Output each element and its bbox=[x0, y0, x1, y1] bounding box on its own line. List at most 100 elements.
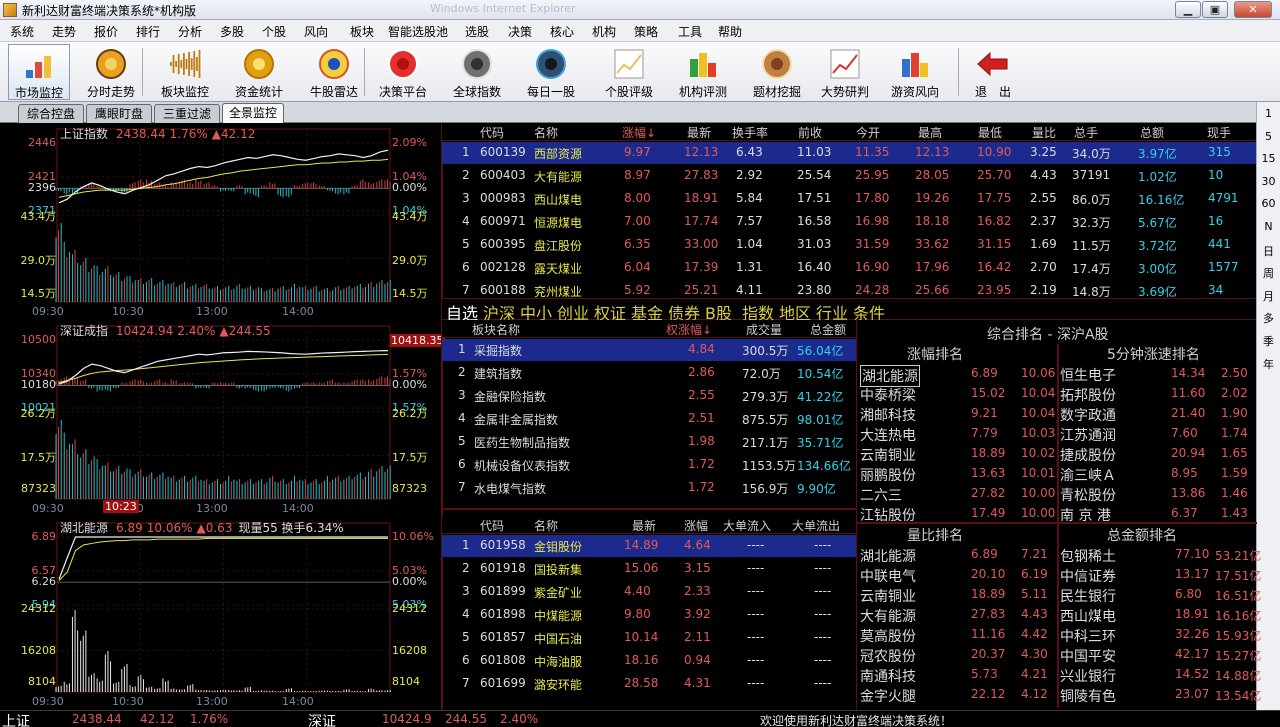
chart-0[interactable]: 上证指数 2438.44 1.76% ▲42.12 2446 2421 2396 2371 43… bbox=[0, 123, 441, 320]
column-header[interactable]: 代码 bbox=[480, 517, 504, 534]
table-row[interactable]: 2 600403 大有能源 8.97 27.83 2.92 25.54 25.95 28.05 2… bbox=[442, 165, 1256, 187]
ranking-row[interactable]: 丽鹏股份 13.63 10.01 bbox=[857, 464, 1057, 484]
ranking-row[interactable]: 湖北能源 6.89 10.06 bbox=[857, 364, 1057, 387]
table-row[interactable]: 7 601699 潞安环能 28.58 4.31 ---- ---- bbox=[442, 673, 856, 695]
period-5[interactable]: N bbox=[1257, 220, 1280, 233]
ranking-row[interactable]: 南通科技 5.73 4.21 bbox=[857, 665, 1057, 685]
toolbar-button-12[interactable]: 游资风向 bbox=[884, 44, 946, 100]
ranking-row[interactable]: 兴业银行 14.52 14.88亿 bbox=[1057, 665, 1261, 685]
menu-item-9[interactable]: 智能选股池 bbox=[388, 23, 448, 40]
table-row[interactable]: 1 601958 金钼股份 14.89 4.64 ---- ---- bbox=[442, 535, 856, 557]
ranking-row[interactable]: 中泰桥梁 15.02 10.04 bbox=[857, 384, 1057, 404]
ranking-row[interactable]: 湖北能源 6.89 7.21 bbox=[857, 545, 1057, 565]
ranking-row[interactable]: 民生银行 6.80 16.51亿 bbox=[1057, 585, 1261, 605]
ranking-row[interactable]: 冠农股份 20.37 4.30 bbox=[857, 645, 1057, 665]
ranking-row[interactable]: 渝三峡Ａ 8.95 1.59 bbox=[1057, 464, 1257, 484]
menu-item-15[interactable]: 工具 bbox=[678, 23, 702, 40]
column-header[interactable]: 前收 bbox=[798, 124, 822, 141]
menu-item-8[interactable]: 板块 bbox=[350, 23, 374, 40]
menu-item-7[interactable]: 风向 bbox=[304, 23, 328, 40]
period-2[interactable]: 15 bbox=[1257, 152, 1280, 165]
column-header[interactable]: 权涨幅↓ bbox=[666, 321, 712, 338]
toolbar-button-6[interactable]: 全球指数 bbox=[446, 44, 508, 100]
minimize-button[interactable]: ▁ bbox=[1175, 1, 1201, 18]
ranking-row[interactable]: 中科三环 32.26 15.93亿 bbox=[1057, 625, 1261, 645]
menu-item-0[interactable]: 系统 bbox=[10, 23, 34, 40]
menu-item-5[interactable]: 多股 bbox=[220, 23, 244, 40]
ranking-row[interactable]: 中国平安 42.17 15.27亿 bbox=[1057, 645, 1261, 665]
period-0[interactable]: 1 bbox=[1257, 107, 1280, 120]
table-row[interactable]: 4 600971 恒源煤电 7.00 17.74 7.57 16.58 16.98 18.18 1… bbox=[442, 211, 1256, 233]
ranking-row[interactable]: 云南铜业 18.89 5.11 bbox=[857, 585, 1057, 605]
table-row[interactable]: 5 医药生物制品指数 1.98 217.1万 35.71亿 bbox=[442, 431, 856, 453]
menu-item-2[interactable]: 报价 bbox=[94, 23, 118, 40]
close-button[interactable]: ✕ bbox=[1234, 1, 1272, 18]
toolbar-button-3[interactable]: 资金统计 bbox=[228, 44, 290, 100]
ranking-row[interactable]: 中信证券 13.17 17.51亿 bbox=[1057, 565, 1261, 585]
column-header[interactable]: 大单流入 bbox=[723, 517, 771, 534]
table-row[interactable]: 4 601898 中煤能源 9.80 3.92 ---- ---- bbox=[442, 604, 856, 626]
period-8[interactable]: 月 bbox=[1257, 288, 1280, 304]
column-header[interactable]: 涨幅 bbox=[684, 517, 708, 534]
table-row[interactable]: 4 金属非金属指数 2.51 875.5万 98.01亿 bbox=[442, 408, 856, 430]
tab-2[interactable]: 三重过滤 bbox=[154, 104, 220, 123]
toolbar-button-8[interactable]: 个股评级 bbox=[598, 44, 660, 100]
column-header[interactable]: 换手率 bbox=[732, 124, 768, 141]
table-row[interactable]: 7 600188 兖州煤业 5.92 25.21 4.11 23.80 24.28 25.66 2… bbox=[442, 280, 1256, 302]
ranking-row[interactable]: 捷成股份 20.94 1.65 bbox=[1057, 444, 1257, 464]
tab-1[interactable]: 鹰眼盯盘 bbox=[86, 104, 152, 123]
column-header[interactable]: 最低 bbox=[978, 124, 1002, 141]
ranking-row[interactable]: 青松股份 13.86 1.46 bbox=[1057, 484, 1257, 504]
menu-item-11[interactable]: 决策 bbox=[508, 23, 532, 40]
toolbar-button-2[interactable]: 板块监控 bbox=[154, 44, 216, 100]
table-row[interactable]: 6 601808 中海油服 18.16 0.94 ---- ---- bbox=[442, 650, 856, 672]
column-header[interactable]: 大单流出 bbox=[792, 517, 840, 534]
ranking-row[interactable]: 金字火腿 22.12 4.12 bbox=[857, 685, 1057, 705]
column-header[interactable]: 今开 bbox=[856, 124, 880, 141]
menu-item-10[interactable]: 选股 bbox=[465, 23, 489, 40]
table-row[interactable]: 1 采掘指数 4.84 300.5万 56.04亿 bbox=[442, 339, 856, 361]
toolbar-button-7[interactable]: 每日一股 bbox=[520, 44, 582, 100]
table-row[interactable]: 3 601899 紫金矿业 4.40 2.33 ---- ---- bbox=[442, 581, 856, 603]
tab-3[interactable]: 全景监控 bbox=[222, 103, 284, 123]
column-header[interactable]: 最高 bbox=[918, 124, 942, 141]
ranking-row[interactable]: 中联电气 20.10 6.19 bbox=[857, 565, 1057, 585]
ranking-row[interactable]: 包钢稀土 77.10 53.21亿 bbox=[1057, 545, 1261, 565]
table-row[interactable]: 6 机械设备仪表指数 1.72 1153.5万 134.66亿 bbox=[442, 454, 856, 476]
period-1[interactable]: 5 bbox=[1257, 130, 1280, 143]
column-header[interactable]: 总金额 bbox=[810, 321, 846, 338]
table-row[interactable]: 5 601857 中国石油 10.14 2.11 ---- ---- bbox=[442, 627, 856, 649]
ranking-row[interactable]: 恒生电子 14.34 2.50 bbox=[1057, 364, 1257, 384]
ranking-row[interactable]: 数字政通 21.40 1.90 bbox=[1057, 404, 1257, 424]
table-row[interactable]: 6 002128 露天煤业 6.04 17.39 1.31 16.40 16.90 17.96 1… bbox=[442, 257, 1256, 279]
column-header[interactable]: 最新 bbox=[632, 517, 656, 534]
ranking-row[interactable]: 云南铜业 18.89 10.02 bbox=[857, 444, 1057, 464]
ranking-row[interactable]: 江钻股份 17.49 10.00 bbox=[857, 504, 1057, 524]
table-row[interactable]: 2 建筑指数 2.86 72.0万 10.54亿 bbox=[442, 362, 856, 384]
ranking-row[interactable]: 湘邮科技 9.21 10.04 bbox=[857, 404, 1057, 424]
ranking-row[interactable]: 拓邦股份 11.60 2.02 bbox=[1057, 384, 1257, 404]
tab-0[interactable]: 综合控盘 bbox=[18, 104, 84, 123]
toolbar-button-11[interactable]: 大势研判 bbox=[814, 44, 876, 100]
period-9[interactable]: 多 bbox=[1257, 310, 1280, 326]
column-header[interactable]: 最新 bbox=[687, 124, 711, 141]
menu-item-6[interactable]: 个股 bbox=[262, 23, 286, 40]
period-3[interactable]: 30 bbox=[1257, 175, 1280, 188]
period-11[interactable]: 年 bbox=[1257, 356, 1280, 372]
menu-item-3[interactable]: 排行 bbox=[136, 23, 160, 40]
menu-item-14[interactable]: 策略 bbox=[634, 23, 658, 40]
table-row[interactable]: 1 600139 西部资源 9.97 12.13 6.43 11.03 11.35 12.13 1… bbox=[442, 142, 1256, 164]
toolbar-button-1[interactable]: 分时走势 bbox=[80, 44, 142, 100]
column-header[interactable]: 板块名称 bbox=[472, 321, 520, 338]
toolbar-button-10[interactable]: 题材挖掘 bbox=[746, 44, 808, 100]
ranking-row[interactable]: 大有能源 27.83 4.43 bbox=[857, 605, 1057, 625]
toolbar-button-9[interactable]: 机构评测 bbox=[672, 44, 734, 100]
ranking-row[interactable]: 莫高股份 11.16 4.42 bbox=[857, 625, 1057, 645]
table-row[interactable]: 5 600395 盘江股份 6.35 33.00 1.04 31.03 31.59 33.62 3… bbox=[442, 234, 1256, 256]
menu-item-13[interactable]: 机构 bbox=[592, 23, 616, 40]
column-header[interactable]: 现手 bbox=[1207, 124, 1231, 141]
table-row[interactable]: 3 000983 西山煤电 8.00 18.91 5.84 17.51 17.80 19.26 1… bbox=[442, 188, 1256, 210]
column-header[interactable]: 成交量 bbox=[746, 321, 782, 338]
restore-button[interactable]: ▣ bbox=[1202, 1, 1228, 18]
menu-item-16[interactable]: 帮助 bbox=[718, 23, 742, 40]
